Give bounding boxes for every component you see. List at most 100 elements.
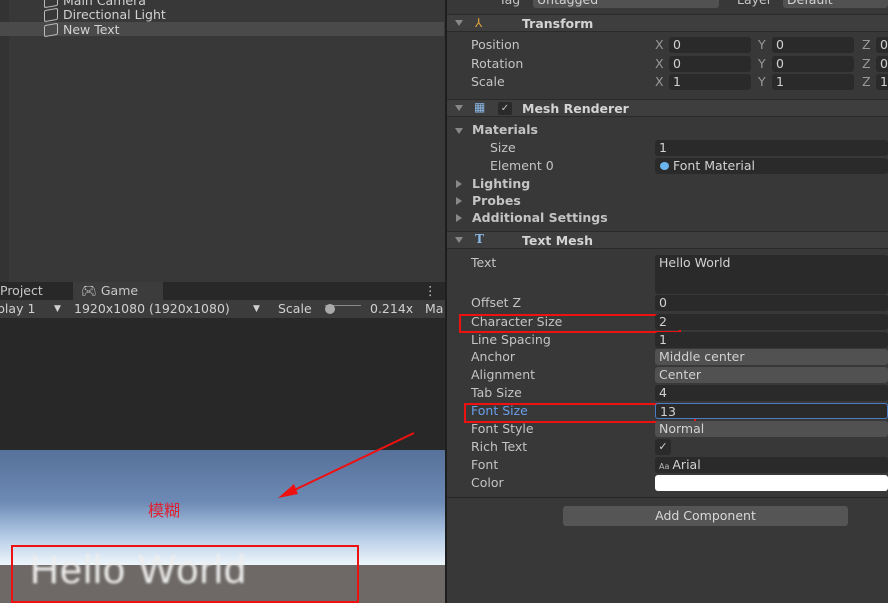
gameobject-icon: [44, 7, 58, 22]
layer-label: Layer: [737, 0, 772, 8]
component-title: Mesh Renderer: [522, 101, 629, 116]
component-title: Text Mesh: [522, 233, 593, 248]
component-title: Transform: [522, 16, 594, 31]
tab-project[interactable]: Project: [0, 282, 43, 300]
rotation-y-field[interactable]: 0: [772, 56, 854, 72]
position-x-field[interactable]: 0: [669, 37, 751, 53]
axis-z-label[interactable]: Z: [862, 37, 871, 52]
text-field[interactable]: Hello World: [655, 255, 888, 294]
character-size-field[interactable]: 2: [655, 314, 888, 330]
axis-x-label[interactable]: X: [655, 37, 664, 52]
tab-size-value: 4: [659, 385, 667, 400]
tab-game[interactable]: 🎮︎ Game: [73, 282, 163, 300]
rich-text-value: ✓: [658, 440, 668, 453]
anchor-label: Anchor: [471, 349, 516, 364]
transform-icon: ⅄: [475, 16, 483, 30]
bottom-tab-bar: Project 🎮︎ Game ⋮: [0, 282, 445, 300]
transform-header[interactable]: ⅄ Transform: [447, 14, 888, 32]
offset-z-field[interactable]: 0: [655, 295, 888, 311]
rotation-z-field[interactable]: 0: [876, 56, 888, 72]
font-style-label: Font Style: [471, 421, 534, 436]
anchor-dropdown[interactable]: Middle center: [655, 349, 888, 365]
scale-x-field[interactable]: 1: [669, 74, 751, 90]
highlight-box: [11, 545, 359, 603]
axis-z-label[interactable]: Z: [862, 56, 871, 71]
layer-dropdown[interactable]: Default: [783, 0, 888, 8]
item-label: New Text: [63, 22, 120, 37]
alignment-value: Center: [659, 367, 702, 382]
line-spacing-field[interactable]: 1: [655, 332, 888, 348]
axis-y-label[interactable]: Y: [758, 37, 766, 52]
enabled-checkbox[interactable]: ✓: [498, 102, 512, 115]
text-label: Text: [471, 255, 497, 270]
axis-y-label[interactable]: Y: [758, 74, 766, 89]
game-toolbar: play 1 ▼ 1920x1080 (1920x1080) ▼ Scale 0…: [0, 300, 445, 318]
font-field[interactable]: Aa Arial: [655, 457, 888, 473]
more-options-icon[interactable]: ⋮: [424, 282, 437, 300]
foldout-arrow-icon[interactable]: [456, 197, 462, 205]
color-field[interactable]: [655, 475, 888, 491]
hierarchy-item-directional-light[interactable]: Directional Light: [44, 7, 166, 22]
material-icon: [660, 162, 669, 170]
text-mesh-icon: T: [475, 232, 484, 246]
probes-foldout[interactable]: Probes: [472, 193, 521, 209]
inspector-panel: Tag Untagged Layer Default ⅄ Transform ▦…: [447, 0, 888, 603]
axis-x-label[interactable]: X: [655, 56, 664, 71]
foldout-arrow-icon[interactable]: [455, 105, 463, 111]
hierarchy-item-new-text[interactable]: New Text: [44, 22, 120, 37]
tab-size-field[interactable]: 4: [655, 385, 888, 401]
tab-label: Game: [100, 283, 139, 298]
materials-foldout[interactable]: Materials: [472, 122, 538, 138]
foldout-arrow-icon[interactable]: [456, 180, 462, 188]
material-field[interactable]: Font Material: [655, 158, 888, 174]
text-mesh-header[interactable]: T Text Mesh: [447, 231, 888, 249]
maximize-toggle[interactable]: Ma: [425, 301, 443, 316]
add-component-button[interactable]: Add Component: [563, 506, 848, 526]
character-size-label: Character Size: [471, 314, 563, 329]
axis-z-label[interactable]: Z: [862, 74, 871, 89]
font-size-field[interactable]: 13: [655, 403, 888, 419]
foldout-arrow-icon[interactable]: [455, 20, 463, 26]
mesh-renderer-icon: ▦: [474, 100, 486, 114]
offset-z-label: Offset Z: [471, 295, 522, 310]
foldout-arrow-icon[interactable]: [455, 237, 463, 243]
font-style-value: Normal: [659, 421, 705, 436]
axis-y-label[interactable]: Y: [758, 56, 766, 71]
offset-z-value: 0: [659, 295, 667, 310]
rotation-x-field[interactable]: 0: [669, 56, 751, 72]
alignment-dropdown[interactable]: Center: [655, 367, 888, 383]
annotation-arrow: [278, 432, 415, 498]
hierarchy-gutter: [0, 0, 9, 282]
font-size-label: Font Size: [471, 403, 528, 418]
position-y-field[interactable]: 0: [772, 37, 854, 53]
display-dropdown[interactable]: play 1: [0, 301, 35, 316]
transform-label: Rotation: [471, 56, 524, 71]
text-value: Hello World: [659, 255, 731, 270]
additional-settings-foldout[interactable]: Additional Settings: [472, 210, 608, 226]
font-size-value: 13: [660, 404, 676, 419]
foldout-arrow-icon[interactable]: [456, 214, 462, 222]
mesh-renderer-header[interactable]: ▦ ✓ Mesh Renderer: [447, 99, 888, 117]
rich-text-checkbox[interactable]: ✓: [655, 439, 671, 455]
character-size-value: 2: [659, 314, 667, 329]
tag-label: Tag: [499, 0, 520, 8]
lighting-foldout[interactable]: Lighting: [472, 176, 530, 192]
scale-value: 0.214x: [370, 301, 414, 316]
foldout-arrow-icon[interactable]: [455, 128, 463, 134]
scale-label: Scale: [278, 301, 312, 316]
scale-y-field[interactable]: 1: [772, 74, 854, 90]
tag-dropdown[interactable]: Untagged: [533, 0, 719, 8]
scale-z-field[interactable]: 1: [876, 74, 888, 90]
hierarchy-panel: Main Camera Directional Light New Text: [0, 0, 445, 282]
axis-x-label[interactable]: X: [655, 74, 664, 89]
annotation-label: 模糊: [148, 501, 181, 520]
font-style-dropdown[interactable]: Normal: [655, 421, 888, 437]
position-z-field[interactable]: 0: [876, 37, 888, 53]
size-field[interactable]: 1: [655, 140, 888, 156]
scale-slider-handle[interactable]: [325, 304, 335, 314]
anchor-value: Middle center: [659, 349, 745, 364]
transform-label: Position: [471, 37, 520, 52]
font-value: Arial: [672, 457, 701, 472]
element-label: Element 0: [490, 158, 554, 173]
resolution-dropdown[interactable]: 1920x1080 (1920x1080): [74, 301, 230, 316]
